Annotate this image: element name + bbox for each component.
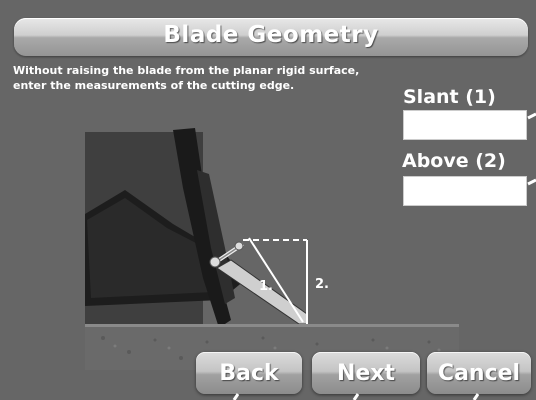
marker-2: 2. [315, 277, 329, 292]
next-button-label: Next [336, 361, 396, 386]
page-title: Blade Geometry [163, 22, 379, 48]
cancel-button-label: Cancel [437, 361, 521, 386]
cancel-button[interactable]: Cancel [427, 352, 531, 394]
back-pointer-tick [232, 393, 240, 400]
next-button[interactable]: Next [312, 352, 420, 394]
title-bar: Blade Geometry [14, 18, 528, 56]
blade-geometry-screen: Blade Geometry Without raising the blade… [0, 0, 536, 400]
above-pointer-tick [527, 178, 536, 186]
back-button-label: Back [219, 361, 279, 386]
cancel-pointer-tick [472, 393, 480, 400]
instructions-text: Without raising the blade from the plana… [13, 64, 360, 92]
back-button[interactable]: Back [196, 352, 302, 394]
cutting-surface-edge [85, 324, 459, 327]
slant-label: Slant (1) [403, 86, 496, 108]
blade-diagram: 1. 2. [85, 128, 459, 370]
marker-1: 1. [259, 279, 273, 294]
next-pointer-tick [352, 393, 360, 400]
slant-pointer-tick [527, 112, 536, 120]
